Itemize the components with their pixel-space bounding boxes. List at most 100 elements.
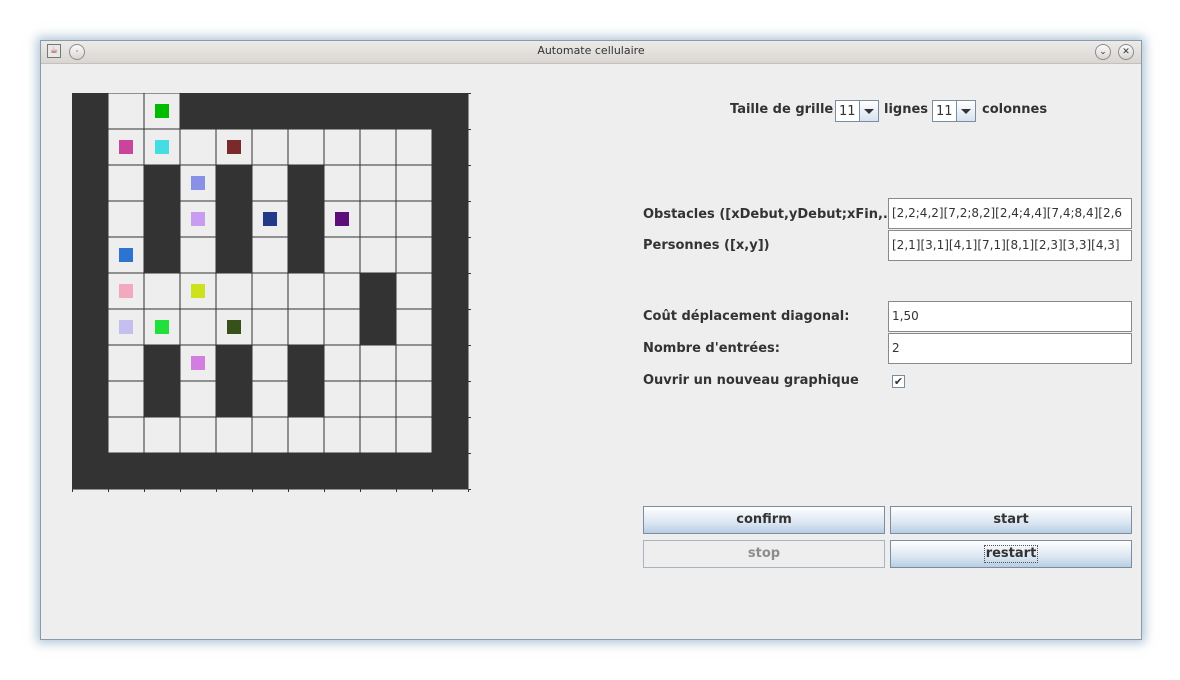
- person-marker: [227, 320, 241, 334]
- confirm-button[interactable]: confirm: [643, 506, 885, 534]
- empty-cell: [323, 164, 361, 202]
- entries-field[interactable]: 2: [888, 333, 1132, 364]
- wall-cell: [179, 93, 217, 130]
- wall-cell: [251, 452, 289, 490]
- person-marker: [191, 176, 205, 190]
- cols-label: colonnes: [982, 102, 1048, 117]
- empty-cell: [323, 380, 361, 418]
- empty-cell: [323, 308, 361, 346]
- empty-cell: [179, 308, 217, 346]
- wall-cell: [215, 452, 253, 490]
- person-marker: [155, 104, 169, 118]
- empty-cell: [251, 236, 289, 274]
- cellular-grid[interactable]: [72, 93, 472, 493]
- wall-cell: [72, 93, 109, 130]
- wall-cell: [143, 236, 181, 274]
- start-button[interactable]: start: [890, 506, 1132, 534]
- empty-cell: [323, 236, 361, 274]
- wall-cell: [287, 236, 325, 274]
- wall-cell: [215, 380, 253, 418]
- diag-cost-field[interactable]: 1,50: [888, 301, 1132, 332]
- wall-cell: [431, 200, 469, 238]
- empty-cell: [395, 416, 433, 454]
- rows-combo[interactable]: 11: [835, 100, 879, 122]
- wall-cell: [287, 93, 325, 130]
- diag-cost-label: Coût déplacement diagonal:: [643, 309, 850, 324]
- person-marker: [119, 320, 133, 334]
- person-marker: [119, 248, 133, 262]
- empty-cell: [251, 380, 289, 418]
- wall-cell: [143, 380, 181, 418]
- empty-cell: [359, 200, 397, 238]
- empty-cell: [323, 128, 361, 166]
- obstacles-field[interactable]: [2,2;4,2][7,2;8,2][2,4;4,4][7,4;8,4][2,6: [888, 198, 1132, 229]
- cols-combo-value: 11: [936, 104, 953, 119]
- stop-button[interactable]: stop: [643, 540, 885, 568]
- empty-cell: [107, 93, 145, 130]
- close-icon[interactable]: ✕: [1118, 44, 1134, 60]
- wall-cell: [431, 380, 469, 418]
- wall-cell: [143, 164, 181, 202]
- wall-cell: [72, 164, 109, 202]
- entries-label: Nombre d'entrées:: [643, 341, 780, 356]
- person-marker: [335, 212, 349, 226]
- empty-cell: [107, 200, 145, 238]
- empty-cell: [251, 308, 289, 346]
- person-marker: [227, 140, 241, 154]
- wall-cell: [431, 272, 469, 310]
- wall-cell: [287, 452, 325, 490]
- wall-cell: [143, 344, 181, 382]
- obstacles-label: Obstacles ([xDebut,yDebut;xFin,...: [643, 207, 898, 222]
- wall-cell: [287, 164, 325, 202]
- empty-cell: [395, 200, 433, 238]
- cols-combo[interactable]: 11: [932, 100, 976, 122]
- wall-cell: [359, 272, 397, 310]
- wall-cell: [431, 416, 469, 454]
- minimize-icon[interactable]: ⌄: [1095, 44, 1111, 60]
- new-graph-checkbox[interactable]: ✔: [892, 375, 905, 388]
- persons-field[interactable]: [2,1][3,1][4,1][7,1][8,1][2,3][3,3][4,3]: [888, 230, 1132, 261]
- empty-cell: [251, 344, 289, 382]
- wall-cell: [431, 164, 469, 202]
- wall-cell: [143, 452, 181, 490]
- empty-cell: [359, 236, 397, 274]
- empty-cell: [323, 344, 361, 382]
- empty-cell: [395, 308, 433, 346]
- wall-cell: [72, 416, 109, 454]
- wall-cell: [431, 93, 469, 130]
- wall-cell: [323, 93, 361, 130]
- wall-cell: [215, 200, 253, 238]
- empty-cell: [251, 416, 289, 454]
- empty-cell: [251, 164, 289, 202]
- wall-cell: [359, 308, 397, 346]
- empty-cell: [359, 128, 397, 166]
- empty-cell: [287, 308, 325, 346]
- new-graph-label: Ouvrir un nouveau graphique: [643, 373, 859, 388]
- wall-cell: [72, 308, 109, 346]
- wall-cell: [323, 452, 361, 490]
- empty-cell: [143, 272, 181, 310]
- wall-cell: [431, 236, 469, 274]
- title-bar[interactable]: ☕ · Automate cellulaire ⌄ ✕: [41, 41, 1141, 64]
- wall-cell: [431, 344, 469, 382]
- empty-cell: [251, 272, 289, 310]
- empty-cell: [359, 164, 397, 202]
- empty-cell: [179, 128, 217, 166]
- chevron-down-icon[interactable]: [859, 101, 878, 121]
- person-marker: [119, 140, 133, 154]
- restart-button[interactable]: restart: [890, 540, 1132, 568]
- empty-cell: [359, 344, 397, 382]
- wall-cell: [431, 308, 469, 346]
- wall-cell: [431, 128, 469, 166]
- empty-cell: [107, 344, 145, 382]
- empty-cell: [395, 380, 433, 418]
- empty-cell: [359, 380, 397, 418]
- person-marker: [155, 320, 169, 334]
- wall-cell: [72, 380, 109, 418]
- empty-cell: [251, 128, 289, 166]
- chevron-down-icon[interactable]: [956, 101, 975, 121]
- empty-cell: [287, 416, 325, 454]
- empty-cell: [215, 416, 253, 454]
- wall-cell: [395, 452, 433, 490]
- wall-cell: [107, 452, 145, 490]
